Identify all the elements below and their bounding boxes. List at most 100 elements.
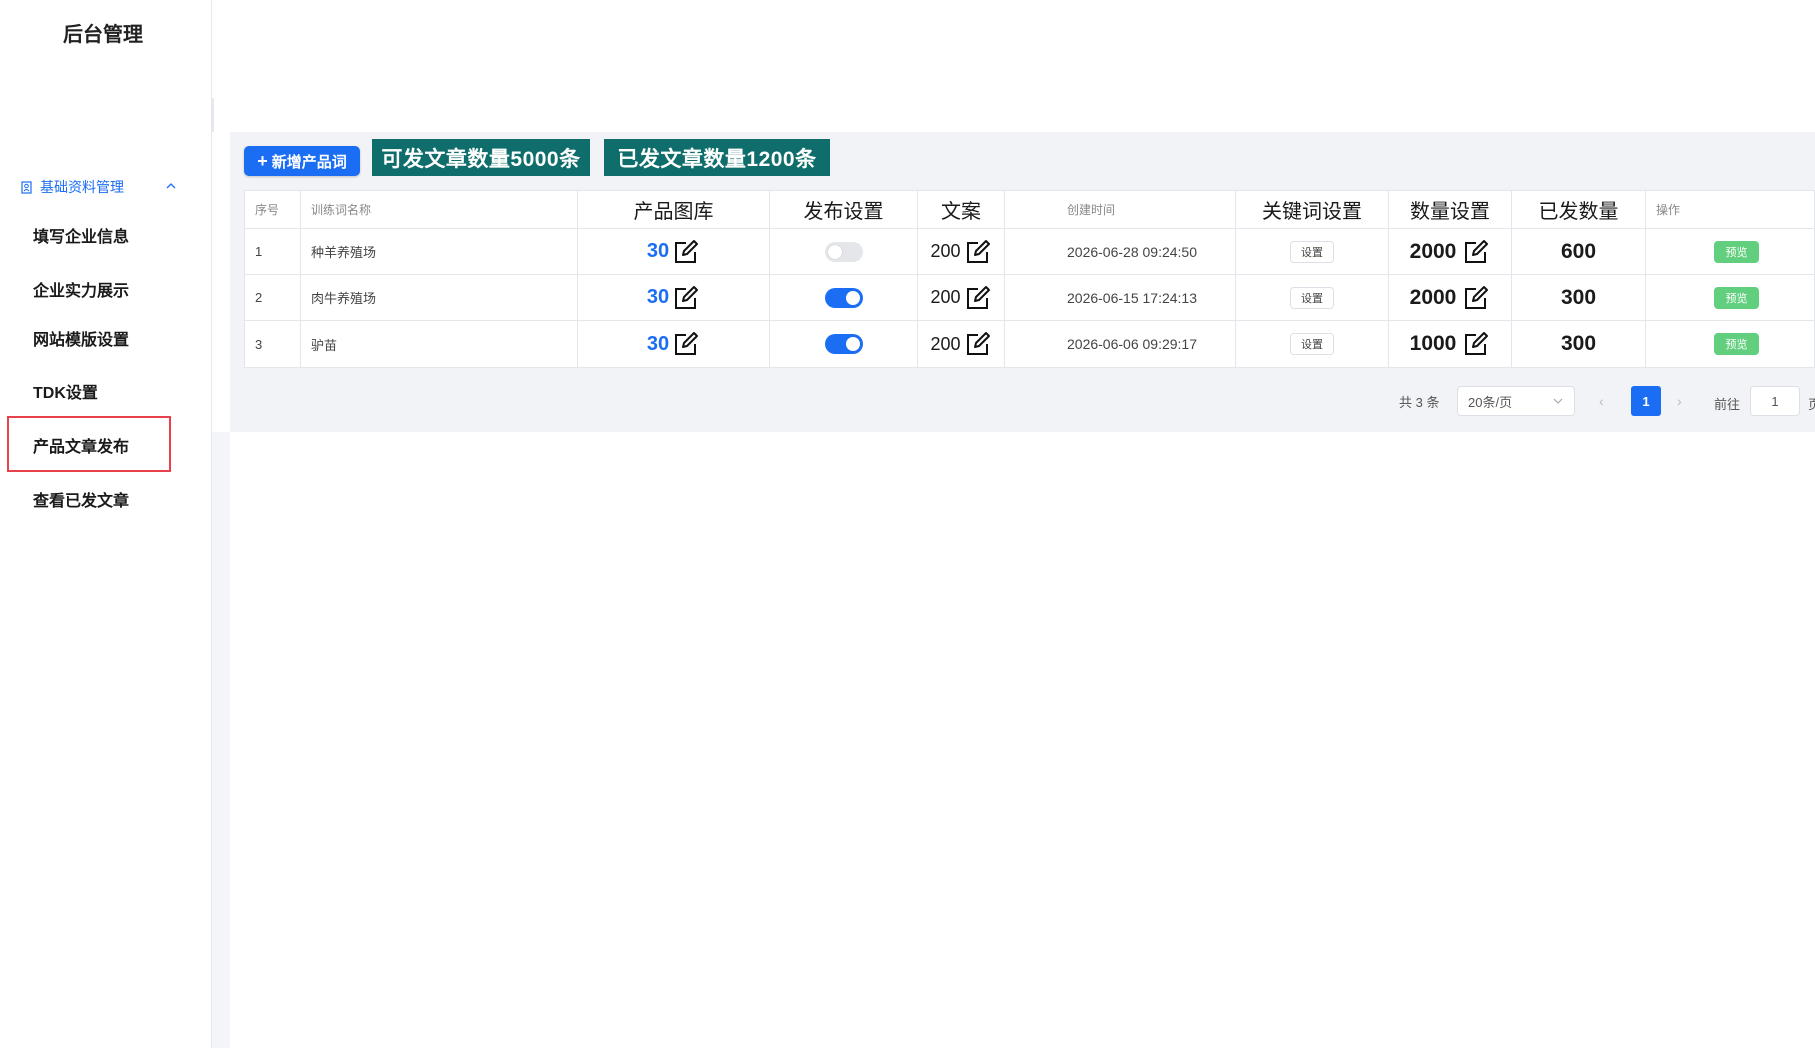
- sidebar: 后台管理 基础资料管理 填写企业信息 企业实力展示 网站模版设置 TDK设置 产…: [0, 0, 212, 1048]
- publish-cell: [770, 275, 918, 320]
- sent-count: 300: [1560, 332, 1597, 355]
- publish-cell: [770, 321, 918, 367]
- quantity-value: 2000: [1409, 285, 1457, 309]
- created-time: 2026-06-06 09:29:17: [1005, 321, 1236, 367]
- action-cell: 预览: [1646, 275, 1814, 320]
- sent-count: 300: [1560, 285, 1597, 309]
- row-index: 3: [245, 321, 301, 367]
- publish-cell: [770, 229, 918, 274]
- sidebar-item-product-articles[interactable]: 产品文章发布: [33, 433, 129, 457]
- edit-icon[interactable]: [964, 330, 992, 358]
- sidebar-item-site-template[interactable]: 网站模版设置: [33, 326, 129, 350]
- keyword-settings-button[interactable]: 设置: [1290, 333, 1334, 355]
- add-product-word-label: 新增产品词: [271, 153, 347, 171]
- table-row: 1 种羊养殖场 30 200 2026-06-28 09:24:50 设置 20…: [245, 229, 1814, 275]
- add-product-word-button[interactable]: + 新增产品词: [244, 146, 360, 176]
- edit-icon[interactable]: [672, 238, 700, 266]
- keyword-cell: 设置: [1236, 229, 1389, 274]
- page-size-value: 20条/页: [1468, 394, 1513, 410]
- row-index: 2: [245, 275, 301, 320]
- main-content: + 新增产品词 可发文章数量5000条 已发文章数量1200条 序号 训练词名称…: [212, 0, 1815, 1048]
- publish-toggle[interactable]: [824, 241, 863, 262]
- sent-cell: 300: [1512, 275, 1646, 320]
- next-page-button[interactable]: ›: [1677, 393, 1682, 409]
- sent-cell: 300: [1512, 321, 1646, 367]
- user-list-icon: [20, 180, 34, 194]
- preview-button[interactable]: 预览: [1714, 240, 1759, 263]
- edit-icon[interactable]: [672, 284, 700, 312]
- copy-cell: 200: [918, 321, 1005, 367]
- sent-count: 600: [1560, 239, 1597, 263]
- gallery-count[interactable]: 30: [647, 240, 669, 263]
- quantity-cell: 2000: [1389, 275, 1512, 320]
- publish-toggle[interactable]: [824, 287, 863, 308]
- quantity-value: 1000: [1409, 332, 1457, 355]
- col-header-action: 操作: [1656, 203, 1681, 217]
- sidebar-title: 后台管理: [63, 24, 143, 46]
- col-header-gallery: 产品图库: [578, 191, 770, 228]
- preview-button[interactable]: 预览: [1714, 286, 1759, 309]
- toggle-knob: [827, 244, 842, 259]
- page-number-current[interactable]: 1: [1631, 386, 1661, 416]
- col-header-copy: 文案: [918, 191, 1005, 228]
- product-word-table: 序号 训练词名称 产品图库 发布设置 文案 创建时间 关键词设置 数量设置 已发…: [244, 190, 1815, 368]
- toggle-knob: [845, 290, 860, 305]
- created-time: 2026-06-28 09:24:50: [1005, 229, 1236, 274]
- col-header-quantity: 数量设置: [1389, 191, 1512, 228]
- published-articles-badge: 已发文章数量1200条: [604, 139, 830, 176]
- copy-count: 200: [930, 333, 961, 354]
- row-name: 驴苗: [301, 321, 578, 367]
- sent-cell: 600: [1512, 229, 1646, 274]
- copy-cell: 200: [918, 275, 1005, 320]
- preview-button[interactable]: 预览: [1714, 333, 1759, 355]
- copy-count: 200: [930, 287, 961, 307]
- col-header-name: 训练词名称: [301, 191, 578, 228]
- quantity-cell: 1000: [1389, 321, 1512, 367]
- pagination-total: 共 3 条: [1399, 395, 1440, 410]
- sidebar-item-company-info[interactable]: 填写企业信息: [33, 223, 129, 247]
- gallery-count[interactable]: 30: [647, 333, 669, 356]
- plus-icon: +: [257, 151, 268, 171]
- menu-group-label: 基础资料管理: [40, 179, 124, 195]
- publish-toggle[interactable]: [824, 334, 863, 354]
- keyword-settings-button[interactable]: 设置: [1290, 286, 1334, 309]
- gallery-cell: 30: [578, 275, 770, 320]
- table-row: 3 驴苗 30 200 2026-06-06 09:29:17 设置 1000: [245, 321, 1814, 367]
- col-header-sent: 已发数量: [1512, 191, 1646, 228]
- gallery-count[interactable]: 30: [647, 286, 669, 309]
- edit-icon[interactable]: [964, 284, 992, 312]
- prev-page-button[interactable]: ‹: [1599, 393, 1604, 409]
- edit-icon[interactable]: [1462, 284, 1490, 312]
- chevron-up-icon: [164, 179, 178, 193]
- page-unit-label: 页: [1808, 397, 1815, 412]
- chevron-down-icon: [1552, 395, 1564, 407]
- goto-page-input[interactable]: 1: [1750, 386, 1800, 416]
- sidebar-item-published-articles[interactable]: 查看已发文章: [33, 487, 129, 511]
- page-size-select[interactable]: 20条/页: [1457, 386, 1575, 416]
- sidebar-item-company-strength[interactable]: 企业实力展示: [33, 277, 129, 301]
- gallery-cell: 30: [578, 321, 770, 367]
- keyword-cell: 设置: [1236, 275, 1389, 320]
- available-articles-badge: 可发文章数量5000条: [372, 139, 590, 176]
- created-time: 2026-06-15 17:24:13: [1005, 275, 1236, 320]
- col-header-created: 创建时间: [1005, 191, 1236, 228]
- col-header-index: 序号: [245, 191, 301, 228]
- keyword-settings-button[interactable]: 设置: [1290, 240, 1334, 263]
- action-cell: 预览: [1646, 229, 1814, 274]
- edit-icon[interactable]: [1462, 238, 1490, 266]
- divider: [212, 98, 214, 132]
- edit-icon[interactable]: [1462, 330, 1490, 358]
- keyword-cell: 设置: [1236, 321, 1389, 367]
- edit-icon[interactable]: [672, 330, 700, 358]
- table-header-row: 序号 训练词名称 产品图库 发布设置 文案 创建时间 关键词设置 数量设置 已发…: [245, 191, 1814, 229]
- menu-group-basic-data[interactable]: 基础资料管理: [20, 176, 190, 198]
- row-name: 肉牛养殖场: [301, 275, 578, 320]
- copy-count: 200: [930, 241, 961, 261]
- table-row: 2 肉牛养殖场 30 200 2026-06-15 17:24:13 设置 20…: [245, 275, 1814, 321]
- goto-label: 前往: [1714, 397, 1741, 412]
- sidebar-item-tdk[interactable]: TDK设置: [33, 379, 98, 403]
- row-index: 1: [245, 229, 301, 274]
- quantity-value: 2000: [1409, 239, 1457, 263]
- edit-icon[interactable]: [964, 238, 992, 266]
- quantity-cell: 2000: [1389, 229, 1512, 274]
